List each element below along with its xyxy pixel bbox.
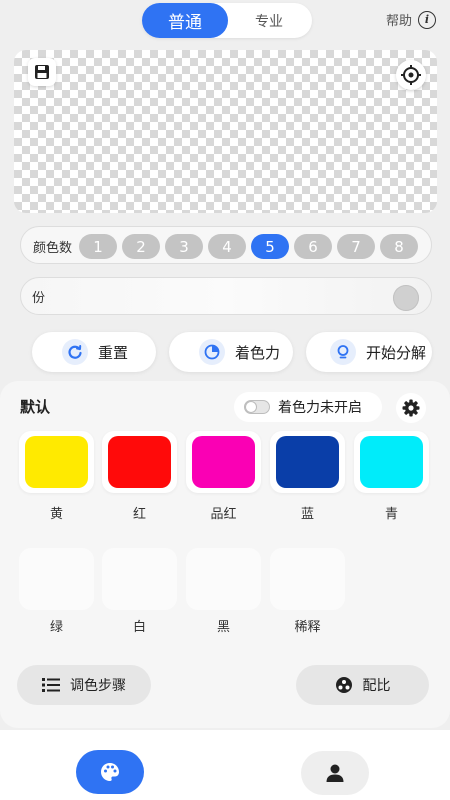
- color-count-option[interactable]: 3: [165, 234, 203, 259]
- mixing-steps-label: 调色步骤: [70, 678, 126, 694]
- swatch-label: 黄: [49, 507, 63, 522]
- mode-switch: 普通 专业: [142, 3, 312, 38]
- swatch-label: 红: [132, 507, 146, 522]
- nav-palette-tab[interactable]: [76, 750, 144, 794]
- bottom-navigation: [0, 730, 450, 800]
- swatch-yellow[interactable]: [19, 431, 94, 493]
- ratio-icon: [335, 677, 352, 693]
- swatch-diluent[interactable]: [270, 548, 345, 610]
- gear-icon: [402, 399, 420, 417]
- color-count-option[interactable]: 1: [79, 234, 117, 259]
- swatch-label: 品红: [210, 507, 237, 522]
- palette-icon: [101, 763, 119, 781]
- ratio-button[interactable]: 配比: [296, 665, 429, 705]
- start-decompose-button[interactable]: 开始分解: [306, 332, 432, 372]
- swatch-label: 黑: [216, 620, 230, 635]
- tinting-toggle[interactable]: 着色力未开启: [234, 392, 382, 422]
- toggle-switch[interactable]: [244, 400, 270, 414]
- preset-title: 默认: [20, 398, 51, 416]
- ratio-label: 配比: [362, 678, 391, 694]
- info-icon: i: [418, 10, 436, 29]
- color-count-option[interactable]: 7: [337, 234, 375, 259]
- swatch-label: 绿: [49, 620, 63, 635]
- swatch-label: 白: [132, 620, 146, 635]
- tab-professional[interactable]: 专业: [226, 3, 312, 38]
- reset-icon: [62, 339, 88, 365]
- help-button[interactable]: 帮助 i: [386, 10, 436, 29]
- swatch-label: 蓝: [300, 507, 314, 522]
- color-chip: [108, 436, 171, 488]
- save-icon: [35, 65, 49, 79]
- toggle-label: 着色力未开启: [278, 400, 362, 416]
- color-count-option[interactable]: 8: [380, 234, 418, 259]
- nav-profile-tab[interactable]: [301, 751, 369, 795]
- color-count-bar: 颜色数 1 2 3 4 5 6 7 8: [20, 226, 432, 264]
- swatch-black[interactable]: [186, 548, 261, 610]
- swatch-green[interactable]: [19, 548, 94, 610]
- swatch-cyan[interactable]: [354, 431, 429, 493]
- color-chip: [192, 436, 255, 488]
- pie-chart-icon: [199, 339, 225, 365]
- color-count-option[interactable]: 2: [122, 234, 160, 259]
- tab-normal[interactable]: 普通: [142, 3, 228, 38]
- swatch-magenta[interactable]: [186, 431, 261, 493]
- swatch-label: 稀释: [294, 620, 321, 635]
- portion-slider[interactable]: 份: [20, 277, 432, 315]
- save-button[interactable]: [28, 58, 56, 86]
- image-canvas[interactable]: [14, 50, 437, 213]
- start-decompose-label: 开始分解: [366, 343, 427, 362]
- color-count-option[interactable]: 4: [208, 234, 246, 259]
- bulb-icon: [330, 339, 356, 365]
- user-icon: [326, 764, 344, 782]
- swatch-red[interactable]: [102, 431, 177, 493]
- swatch-blue[interactable]: [270, 431, 345, 493]
- color-count-option-selected[interactable]: 5: [251, 234, 289, 259]
- tinting-strength-label: 着色力: [235, 343, 281, 362]
- locate-button[interactable]: [396, 60, 426, 90]
- swatch-label: 青: [384, 507, 398, 522]
- reset-button[interactable]: 重置: [32, 332, 156, 372]
- help-label: 帮助: [385, 14, 412, 29]
- color-count-option[interactable]: 6: [294, 234, 332, 259]
- list-icon: [42, 678, 60, 692]
- tinting-strength-button[interactable]: 着色力: [169, 332, 293, 372]
- crosshair-icon: [401, 65, 421, 85]
- color-chip: [25, 436, 88, 488]
- portion-label: 份: [32, 291, 46, 306]
- mixing-steps-button[interactable]: 调色步骤: [17, 665, 151, 705]
- color-count-label: 颜色数: [33, 241, 73, 256]
- color-chip: [276, 436, 339, 488]
- reset-label: 重置: [98, 343, 129, 362]
- swatch-white[interactable]: [102, 548, 177, 610]
- color-chip: [360, 436, 423, 488]
- slider-handle[interactable]: [393, 285, 419, 311]
- settings-button[interactable]: [396, 393, 426, 423]
